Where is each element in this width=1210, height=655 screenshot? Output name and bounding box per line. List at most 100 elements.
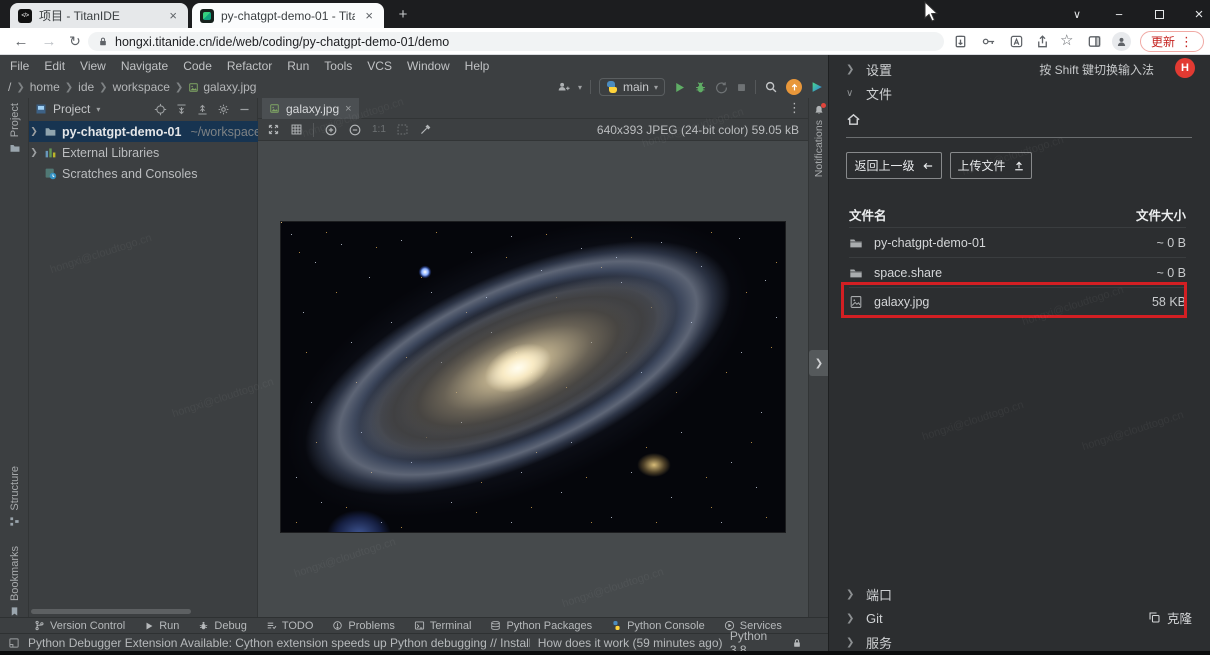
tree-row-project-root[interactable]: py-chatgpt-demo-01 ~/workspace/py-chatgp…	[29, 121, 258, 142]
horizontal-scrollbar[interactable]	[31, 609, 191, 614]
bookmark-star-icon[interactable]: ☆	[1060, 31, 1077, 48]
window-minimize-button[interactable]	[1100, 0, 1138, 28]
run-button[interactable]	[673, 81, 686, 94]
search-everywhere-icon[interactable]	[764, 80, 778, 94]
chevron-right-icon[interactable]	[29, 126, 39, 137]
settings-gear-icon[interactable]	[217, 103, 230, 116]
translate-icon[interactable]	[1008, 33, 1025, 50]
menu-file[interactable]: File	[10, 59, 29, 73]
grid-toggle-icon[interactable]	[290, 123, 303, 136]
run-config-label: main	[623, 80, 649, 94]
menu-edit[interactable]: Edit	[44, 59, 65, 73]
toolwindow-todo[interactable]: TODO	[266, 620, 314, 632]
menu-view[interactable]: View	[80, 59, 106, 73]
browser-tab-demo[interactable]: py-chatgpt-demo-01 - TitanID ×	[192, 3, 384, 28]
menu-refactor[interactable]: Refactor	[227, 59, 272, 73]
ide-update-icon[interactable]	[786, 79, 802, 95]
section-files[interactable]: 文件	[829, 81, 1210, 105]
fit-selection-icon[interactable]	[396, 123, 409, 136]
breadcrumb-ide[interactable]: ide	[78, 80, 94, 94]
side-panel-icon[interactable]	[1086, 33, 1103, 50]
zoom-in-icon[interactable]	[324, 123, 338, 137]
navigation-bar: /❯ home❯ ide❯ workspace❯ galaxy.jpg ▾ ma…	[0, 76, 828, 98]
tree-row-scratches[interactable]: Scratches and Consoles	[29, 163, 258, 184]
toolwindow-debug[interactable]: Debug	[198, 620, 246, 632]
stripe-structure-button[interactable]: Structure	[0, 466, 29, 527]
toolwindow-switcher-icon[interactable]	[8, 637, 20, 649]
column-filesize[interactable]: 文件大小	[1136, 205, 1186, 227]
address-bar[interactable]: hongxi.titanide.cn/ide/web/coding/py-cha…	[88, 32, 944, 51]
file-size: ~ 0 B	[1156, 266, 1186, 280]
locate-file-icon[interactable]	[154, 103, 167, 116]
zoom-to-fit-icon[interactable]	[267, 123, 280, 136]
bug-icon	[198, 620, 209, 631]
breadcrumb-home[interactable]: home	[30, 80, 60, 94]
menu-run[interactable]: Run	[287, 59, 309, 73]
toolwindow-python-packages[interactable]: Python Packages	[490, 620, 592, 632]
menu-code[interactable]: Code	[183, 59, 212, 73]
collapse-all-icon[interactable]	[196, 103, 209, 116]
stripe-bookmarks-button[interactable]: Bookmarks	[0, 546, 29, 617]
menu-vcs[interactable]: VCS	[367, 59, 392, 73]
project-panel-title[interactable]: Project	[53, 102, 90, 116]
browser-menu-kebab-icon[interactable]	[1180, 34, 1193, 50]
zoom-out-icon[interactable]	[348, 123, 362, 137]
share-icon[interactable]	[1034, 33, 1051, 50]
editor-options-kebab-icon[interactable]	[788, 100, 801, 116]
chrome-update-button[interactable]: 更新	[1140, 31, 1204, 52]
window-maximize-button[interactable]	[1140, 0, 1178, 28]
tab-close-icon[interactable]: ×	[362, 8, 376, 23]
git-clone-button[interactable]: 克隆	[1148, 608, 1192, 627]
file-row-folder[interactable]: py-chatgpt-demo-01 ~ 0 B	[849, 227, 1186, 257]
expand-all-icon[interactable]	[175, 103, 188, 116]
tab-close-icon[interactable]: ×	[345, 103, 351, 115]
toolwindow-python-console[interactable]: Python Console	[611, 620, 705, 632]
toolwindow-terminal[interactable]: Terminal	[414, 620, 472, 632]
breadcrumb-workspace[interactable]: workspace	[113, 80, 170, 94]
profiler-button[interactable]	[715, 81, 728, 94]
toolwindow-version-control[interactable]: Version Control	[34, 620, 125, 632]
upload-file-button[interactable]: 上传文件	[950, 152, 1032, 179]
code-with-me-icon[interactable]	[556, 80, 570, 94]
breadcrumb-root[interactable]: /	[8, 80, 11, 94]
stripe-notifications-button[interactable]: Notifications	[809, 104, 829, 177]
color-picker-icon[interactable]	[419, 123, 432, 136]
browser-tab-project[interactable]: 项目 - TitanIDE ×	[10, 3, 188, 28]
user-avatar[interactable]: H	[1175, 58, 1195, 78]
chevron-right-icon[interactable]	[29, 147, 39, 158]
home-icon[interactable]	[846, 112, 861, 127]
menu-navigate[interactable]: Navigate	[121, 59, 168, 73]
section-ports[interactable]: 端口	[829, 582, 1210, 606]
breadcrumb-file[interactable]: galaxy.jpg	[203, 80, 256, 94]
menu-window[interactable]: Window	[407, 59, 450, 73]
tab-close-icon[interactable]: ×	[166, 8, 180, 23]
menu-help[interactable]: Help	[465, 59, 490, 73]
password-key-icon[interactable]	[980, 33, 997, 50]
status-message[interactable]: Python Debugger Extension Available: Cyt…	[28, 636, 530, 650]
hide-panel-icon[interactable]	[238, 103, 251, 116]
column-filename[interactable]: 文件名	[849, 205, 887, 227]
debug-button[interactable]	[694, 81, 707, 94]
forward-icon[interactable]: →	[36, 28, 62, 54]
save-page-icon[interactable]	[952, 33, 969, 50]
actual-size-button[interactable]: 1:1	[372, 124, 386, 135]
run-configuration-select[interactable]: main ▾	[599, 78, 665, 96]
chevron-down-icon[interactable]: ▾	[96, 105, 100, 114]
editor-tab-galaxy[interactable]: galaxy.jpg ×	[262, 98, 359, 119]
new-tab-button[interactable]	[394, 5, 412, 23]
browser-profile-icon[interactable]	[1112, 32, 1131, 51]
reload-icon[interactable]: ↻	[62, 28, 88, 54]
tree-row-external-libraries[interactable]: External Libraries	[29, 142, 258, 163]
tab-search-chevron-icon[interactable]	[1058, 0, 1096, 28]
menu-tools[interactable]: Tools	[324, 59, 352, 73]
stripe-project-button[interactable]: Project	[0, 103, 29, 154]
stop-button[interactable]	[736, 82, 747, 93]
titanide-plugin-icon[interactable]	[810, 80, 824, 94]
stripe-expand-button[interactable]	[809, 350, 829, 376]
status-secondary-link[interactable]: How does it work (59 minutes ago)	[538, 636, 722, 650]
toolwindow-problems[interactable]: Problems	[332, 620, 394, 632]
back-icon[interactable]: ←	[8, 28, 34, 54]
back-parent-button[interactable]: 返回上一级	[846, 152, 942, 179]
window-close-button[interactable]	[1180, 0, 1210, 28]
toolwindow-run[interactable]: Run	[144, 620, 179, 632]
